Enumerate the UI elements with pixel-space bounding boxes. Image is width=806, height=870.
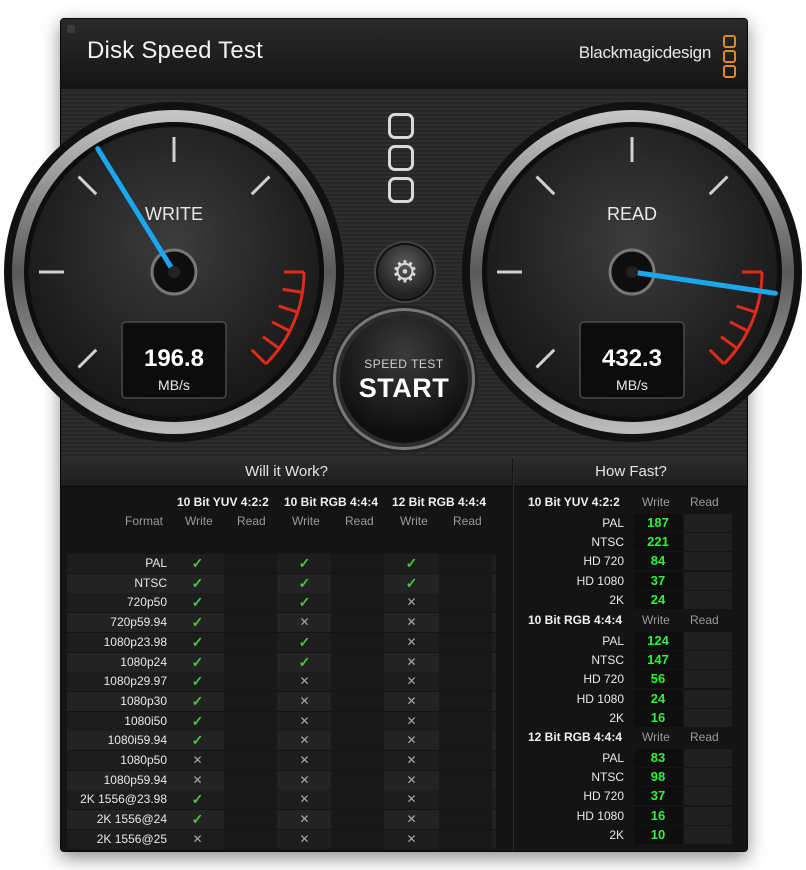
read-gauge: READ 432.3 MB/s [462, 102, 802, 442]
read-gauge-needle-pin [626, 266, 638, 278]
write-gauge: WRITE 196.8 MB/s [4, 102, 344, 442]
read-speed-value: 432.3 [602, 345, 662, 372]
write-speed-unit: MB/s [158, 377, 190, 393]
read-gauge-label: READ [607, 204, 657, 224]
write-gauge-needle-pin [168, 266, 180, 278]
write-speed-value: 196.8 [144, 345, 204, 372]
read-speed-unit: MB/s [616, 377, 648, 393]
write-gauge-label: WRITE [145, 204, 203, 224]
gauges-layer: WRITE 196.8 MB/s READ 432.3 MB/s [4, 102, 802, 442]
